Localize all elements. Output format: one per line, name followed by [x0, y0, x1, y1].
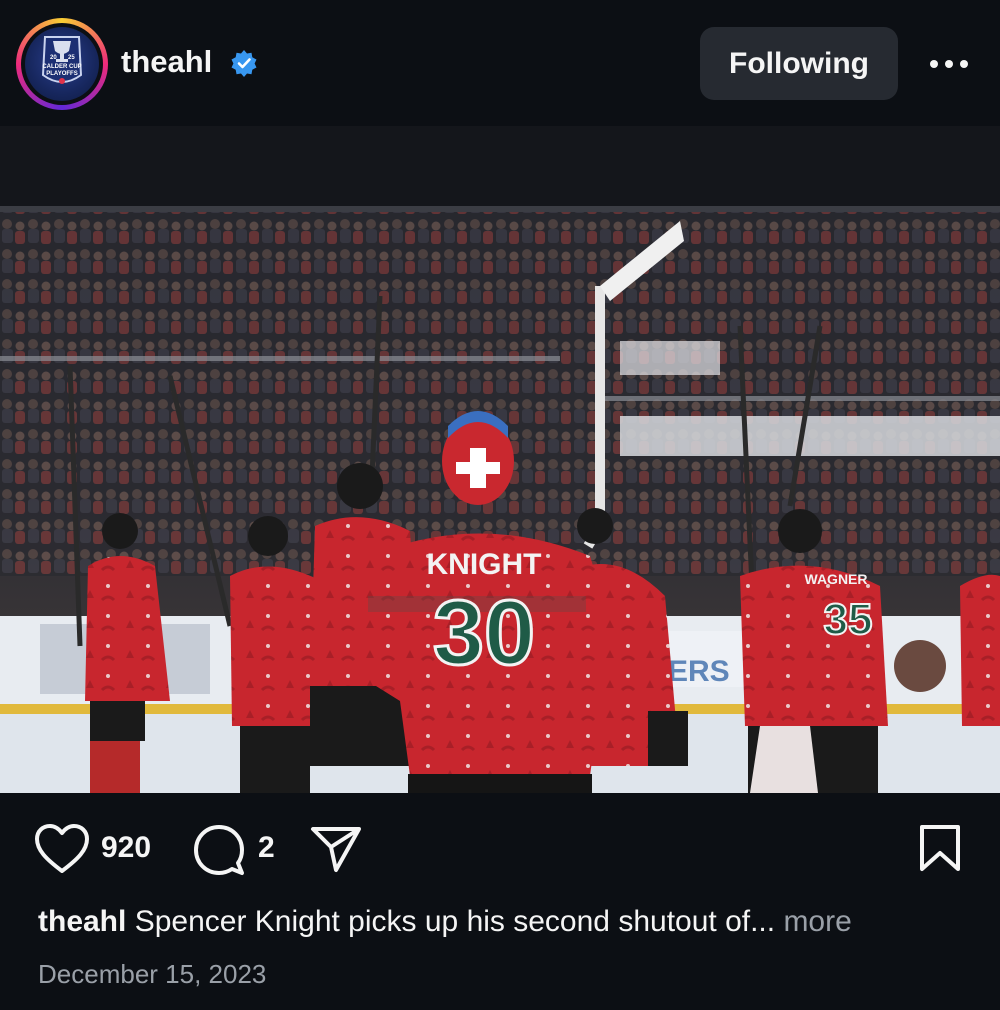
logo-text-line2: PLAYOFFS	[46, 71, 77, 77]
more-options-icon[interactable]	[928, 58, 970, 70]
teammate-number: 35	[824, 595, 873, 644]
comment-count[interactable]: 2	[258, 831, 275, 865]
caption-more-link[interactable]: more	[783, 905, 851, 938]
logo-year-left: 20	[50, 55, 57, 61]
following-button[interactable]: Following	[700, 27, 898, 100]
hockey-team-photo: ERS KNIGHT 30 35 WAGNER	[0, 126, 1000, 793]
teammate-name: WAGNER	[805, 571, 868, 587]
post-photo[interactable]: ERS KNIGHT 30 35 WAGNER	[0, 126, 1000, 793]
logo-year-right: 25	[68, 55, 75, 61]
post-header: 20 25 CALDER CUP PLAYOFFS theahl Followi…	[0, 0, 1000, 126]
share-icon[interactable]	[310, 825, 362, 873]
profile-avatar[interactable]: 20 25 CALDER CUP PLAYOFFS	[16, 18, 108, 110]
post-caption: theahl Spencer Knight picks up his secon…	[38, 905, 852, 939]
jersey-number: 30	[433, 582, 535, 684]
post-date: December 15, 2023	[38, 959, 267, 989]
arena-banner-text: ERS	[668, 655, 730, 688]
verified-badge-icon	[231, 50, 257, 77]
logo-text-line1: CALDER CUP	[42, 64, 81, 70]
heart-icon[interactable]	[34, 823, 90, 875]
bookmark-icon[interactable]	[918, 823, 962, 873]
calder-cup-logo: 20 25 CALDER CUP PLAYOFFS	[25, 27, 99, 101]
jersey-name: KNIGHT	[427, 548, 542, 581]
comment-icon[interactable]	[192, 823, 246, 877]
caption-text: Spencer Knight picks up his second shuto…	[134, 905, 776, 938]
like-count[interactable]: 920	[101, 831, 151, 865]
header-username[interactable]: theahl	[121, 44, 212, 80]
player-far-right	[960, 574, 1000, 726]
caption-username[interactable]: theahl	[38, 905, 126, 938]
